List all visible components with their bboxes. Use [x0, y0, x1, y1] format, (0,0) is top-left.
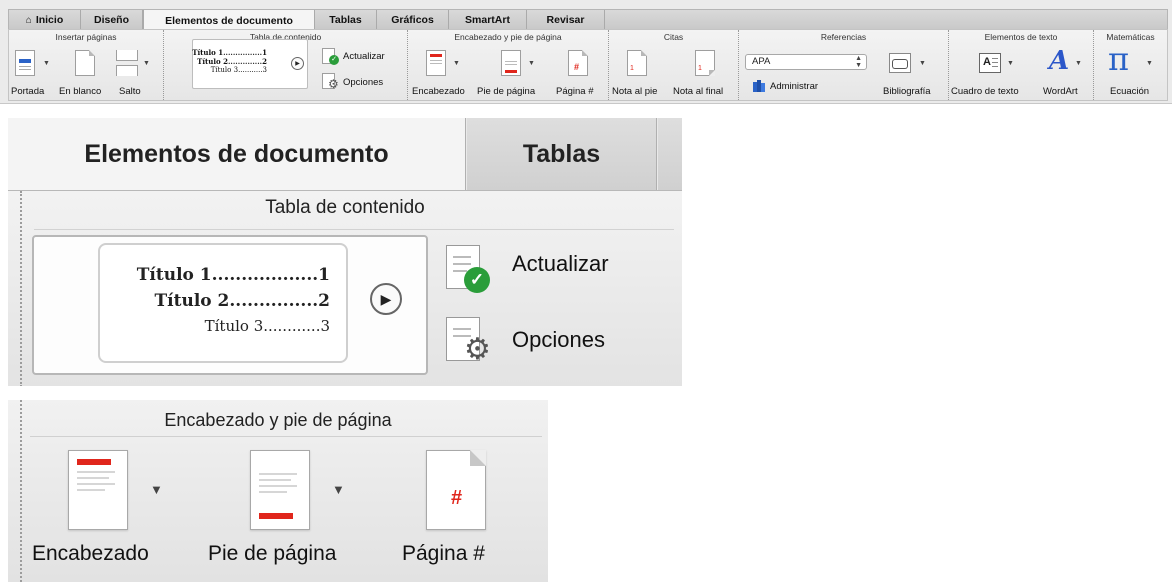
- toc-gallery-preview[interactable]: Título 1................1 Título 2......…: [192, 39, 308, 89]
- gallery-next-icon[interactable]: ▶: [370, 283, 402, 315]
- chevron-down-icon: ▼: [528, 60, 535, 67]
- toc-gallery-preview[interactable]: Título 1..................1 Título 2....…: [32, 235, 428, 375]
- chevron-down-icon: ▼: [919, 60, 926, 67]
- pi-equation-icon: π: [1108, 40, 1130, 78]
- group-title: Matemáticas: [1106, 32, 1155, 42]
- gallery-next-icon[interactable]: ▶: [291, 57, 304, 70]
- chevron-down-icon: ▼: [143, 60, 150, 67]
- manage-sources-icon: [753, 80, 765, 92]
- text-box-icon: A: [979, 53, 1001, 73]
- group-title: Encabezado y pie de página: [164, 410, 392, 430]
- footnote-icon: 1: [627, 50, 647, 76]
- footer-icon: [501, 50, 521, 76]
- stepper-icon: ▲ ▼: [855, 55, 862, 69]
- tab-elementos-de-documento[interactable]: Elementos de documento: [8, 118, 466, 190]
- zoom-encabezado-y-pie: Encabezado y pie de página ▼ Encabezado …: [8, 400, 548, 582]
- options-gear-icon: ⚙: [446, 317, 496, 369]
- group-title: Elementos de texto: [984, 32, 1058, 42]
- chevron-down-icon: ▼: [43, 60, 50, 67]
- page-number-icon: #: [568, 50, 588, 76]
- tab-smartart[interactable]: SmartArt: [449, 10, 527, 30]
- tab-elementos-de-documento[interactable]: Elementos de documento: [143, 10, 315, 31]
- ribbon: ⌂ Inicio Diseño Elementos de documento Ta…: [0, 0, 1172, 104]
- group-matematicas: Matemáticas π ▼ Ecuación: [1094, 30, 1167, 100]
- chevron-down-icon: ▼: [1146, 60, 1153, 67]
- divider: [34, 229, 674, 230]
- ribbon-tab-bar: ⌂ Inicio Diseño Elementos de documento Ta…: [8, 9, 1168, 31]
- tab-inicio[interactable]: ⌂ Inicio: [9, 10, 81, 30]
- zoom-tabla-de-contenido: Elementos de documento Tablas Tabla de c…: [8, 118, 682, 386]
- page-number-icon: #: [426, 450, 486, 530]
- group-citas: Citas 1 Nota al pie 1 Nota al final: [609, 30, 739, 100]
- group-insertar-paginas: Insertar páginas ▼ Portada En blanco ▼ S…: [9, 30, 164, 100]
- group-title: Citas: [663, 32, 684, 42]
- tab-tablas[interactable]: Tablas: [315, 10, 377, 30]
- tab-tablas[interactable]: Tablas: [467, 118, 657, 190]
- group-elementos-de-texto: Elementos de texto A ▼ Cuadro de texto A…: [949, 30, 1094, 100]
- bibliography-book-icon: [889, 53, 915, 75]
- tab-graficos[interactable]: Gráficos: [377, 10, 449, 30]
- endnote-icon: 1: [695, 50, 715, 76]
- home-icon: ⌂: [25, 14, 32, 26]
- chevron-down-icon: ▼: [1075, 60, 1082, 67]
- footer-icon: [250, 450, 310, 530]
- tab-revisar[interactable]: Revisar: [527, 10, 605, 30]
- header-icon: [68, 450, 128, 530]
- group-title: Insertar páginas: [55, 32, 117, 42]
- wordart-icon: A: [1049, 46, 1070, 76]
- header-icon: [426, 50, 446, 76]
- toc-group-body: Tabla de contenido Título 1.............…: [8, 190, 682, 386]
- update-table-icon: ✓: [446, 245, 496, 297]
- group-tabla-de-contenido: Tabla de contenido Título 1.............…: [164, 30, 408, 100]
- cover-page-icon: [15, 50, 35, 76]
- tab-overflow: [658, 118, 682, 190]
- chevron-down-icon: ▼: [332, 482, 345, 497]
- group-encabezado-y-pie: Encabezado y pie de página ▼ Encabezado …: [408, 30, 609, 100]
- citation-style-select[interactable]: APA ▲ ▼: [745, 54, 867, 70]
- blank-page-icon: [75, 50, 95, 76]
- ribbon-body: Insertar páginas ▼ Portada En blanco ▼ S…: [8, 29, 1168, 101]
- group-title: Tabla de contenido: [265, 197, 425, 218]
- update-table-icon: ✓: [322, 48, 340, 66]
- group-title: Referencias: [820, 32, 867, 42]
- chevron-down-icon: ▼: [453, 60, 460, 67]
- page-break-icon: [116, 50, 138, 76]
- group-referencias: Referencias APA ▲ ▼ Administrar ▼ Biblio…: [739, 30, 949, 100]
- toc-thumbnail: Título 1..................1 Título 2....…: [98, 243, 348, 363]
- chevron-down-icon: ▼: [150, 482, 163, 497]
- tab-diseno[interactable]: Diseño: [81, 10, 143, 30]
- group-title: Encabezado y pie de página: [454, 32, 562, 42]
- group-separator: [20, 191, 22, 386]
- divider: [30, 436, 542, 437]
- chevron-down-icon: ▼: [1007, 60, 1014, 67]
- options-gear-icon: ⚙: [322, 73, 340, 91]
